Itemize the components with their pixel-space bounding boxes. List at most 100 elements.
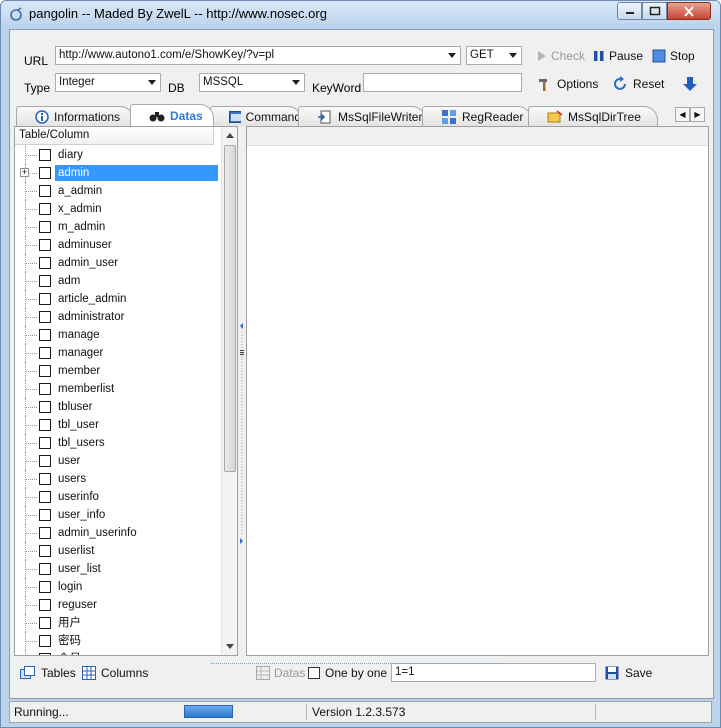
- tab-informations[interactable]: Informations: [16, 106, 134, 126]
- row-checkbox[interactable]: [39, 563, 51, 575]
- row-checkbox[interactable]: [39, 509, 51, 521]
- column-header[interactable]: Table/Column: [15, 127, 214, 145]
- tree-row[interactable]: userinfo: [15, 488, 221, 506]
- table-name: 密码: [58, 635, 81, 647]
- row-checkbox[interactable]: [39, 149, 51, 161]
- tree-row[interactable]: reguser: [15, 596, 221, 614]
- tree-row[interactable]: diary: [15, 146, 221, 164]
- columns-button[interactable]: Columns: [82, 660, 148, 686]
- tree-row[interactable]: manager: [15, 344, 221, 362]
- stop-button[interactable]: Stop: [652, 46, 695, 66]
- tab-datas[interactable]: Datas: [130, 104, 214, 126]
- tree-row[interactable]: article_admin: [15, 290, 221, 308]
- horizontal-splitter[interactable]: [211, 663, 501, 669]
- row-checkbox[interactable]: [39, 275, 51, 287]
- tree-row[interactable]: admin_user: [15, 254, 221, 272]
- tree-row[interactable]: login: [15, 578, 221, 596]
- title-bar[interactable]: pangolin -- Maded By ZwelL -- http://www…: [1, 1, 720, 27]
- tree-row[interactable]: user_info: [15, 506, 221, 524]
- maximize-button[interactable]: [642, 2, 667, 20]
- tree-guide: [25, 335, 37, 336]
- tree-row[interactable]: admin_userinfo: [15, 524, 221, 542]
- chevron-down-icon[interactable]: [148, 80, 156, 85]
- download-button[interactable]: [683, 74, 697, 94]
- row-checkbox[interactable]: [39, 401, 51, 413]
- tab-scroll-right[interactable]: ▶: [690, 107, 705, 122]
- close-button[interactable]: [667, 2, 711, 20]
- tables-button[interactable]: Tables: [20, 660, 76, 686]
- tree-row[interactable]: member: [15, 362, 221, 380]
- pause-button[interactable]: Pause: [593, 46, 643, 66]
- info-icon: [35, 109, 49, 124]
- tree-row[interactable]: manage: [15, 326, 221, 344]
- chevron-down-icon[interactable]: [448, 53, 456, 58]
- row-checkbox[interactable]: [39, 617, 51, 629]
- scroll-up-icon[interactable]: [226, 133, 234, 138]
- row-checkbox[interactable]: [39, 329, 51, 341]
- row-checkbox[interactable]: [39, 599, 51, 611]
- tab-command[interactable]: Command: [210, 106, 302, 126]
- row-checkbox[interactable]: [39, 473, 51, 485]
- row-checkbox[interactable]: [39, 581, 51, 593]
- tree-scrollbar[interactable]: [221, 127, 237, 655]
- row-checkbox[interactable]: [39, 293, 51, 305]
- check-button[interactable]: Check: [537, 46, 585, 66]
- row-checkbox[interactable]: [39, 491, 51, 503]
- db-select[interactable]: MSSQL: [199, 73, 305, 92]
- row-checkbox[interactable]: [39, 419, 51, 431]
- row-checkbox[interactable]: [39, 653, 51, 655]
- scroll-thumb[interactable]: [224, 145, 236, 472]
- tree-row[interactable]: tbl_users: [15, 434, 221, 452]
- reset-button[interactable]: Reset: [613, 74, 664, 94]
- row-checkbox[interactable]: [39, 545, 51, 557]
- row-checkbox[interactable]: [39, 437, 51, 449]
- tree-row[interactable]: x_admin: [15, 200, 221, 218]
- tree-row[interactable]: users: [15, 470, 221, 488]
- row-checkbox[interactable]: [39, 383, 51, 395]
- minimize-button[interactable]: [617, 2, 642, 20]
- row-checkbox[interactable]: [39, 347, 51, 359]
- tree-row[interactable]: a_admin: [15, 182, 221, 200]
- vertical-splitter[interactable]: [239, 126, 245, 656]
- type-select[interactable]: Integer: [55, 73, 161, 92]
- url-input[interactable]: http://www.autono1.com/e/ShowKey/?v=pl: [55, 46, 461, 65]
- tree-row[interactable]: administrator: [15, 308, 221, 326]
- row-checkbox[interactable]: [39, 527, 51, 539]
- row-checkbox[interactable]: [39, 167, 51, 179]
- tab-mssqlfilewriter[interactable]: MsSqlFileWriter: [298, 106, 426, 126]
- options-button[interactable]: Options: [537, 74, 598, 94]
- tree-row[interactable]: memberlist: [15, 380, 221, 398]
- tree-row[interactable]: user: [15, 452, 221, 470]
- scroll-down-icon[interactable]: [226, 644, 234, 649]
- row-checkbox[interactable]: [39, 257, 51, 269]
- tree-row[interactable]: 密码: [15, 632, 221, 650]
- row-checkbox[interactable]: [39, 635, 51, 647]
- row-checkbox[interactable]: [39, 365, 51, 377]
- tree-row[interactable]: adminuser: [15, 236, 221, 254]
- tab-regreader[interactable]: RegReader: [422, 106, 532, 126]
- chevron-down-icon[interactable]: [292, 80, 300, 85]
- row-checkbox[interactable]: [39, 311, 51, 323]
- tree-row[interactable]: + admin: [15, 164, 221, 182]
- row-checkbox[interactable]: [39, 203, 51, 215]
- tab-mssqldirtree[interactable]: MsSqlDirTree: [528, 106, 658, 126]
- save-button[interactable]: Save: [605, 660, 652, 686]
- chevron-down-icon[interactable]: [509, 53, 517, 58]
- tree-row[interactable]: 用户: [15, 614, 221, 632]
- tree-row[interactable]: 会员: [15, 650, 221, 655]
- keyword-input[interactable]: [363, 73, 522, 92]
- row-checkbox[interactable]: [39, 239, 51, 251]
- data-grid-panel[interactable]: [246, 126, 709, 656]
- method-select[interactable]: GET: [466, 46, 522, 65]
- expand-icon[interactable]: +: [20, 168, 29, 177]
- row-checkbox[interactable]: [39, 455, 51, 467]
- tree-row[interactable]: tbluser: [15, 398, 221, 416]
- tree-row[interactable]: m_admin: [15, 218, 221, 236]
- tree-row[interactable]: user_list: [15, 560, 221, 578]
- tree-row[interactable]: tbl_user: [15, 416, 221, 434]
- row-checkbox[interactable]: [39, 221, 51, 233]
- row-checkbox[interactable]: [39, 185, 51, 197]
- tree-row[interactable]: userlist: [15, 542, 221, 560]
- tree-row[interactable]: adm: [15, 272, 221, 290]
- tab-scroll-left[interactable]: ◀: [675, 107, 690, 122]
